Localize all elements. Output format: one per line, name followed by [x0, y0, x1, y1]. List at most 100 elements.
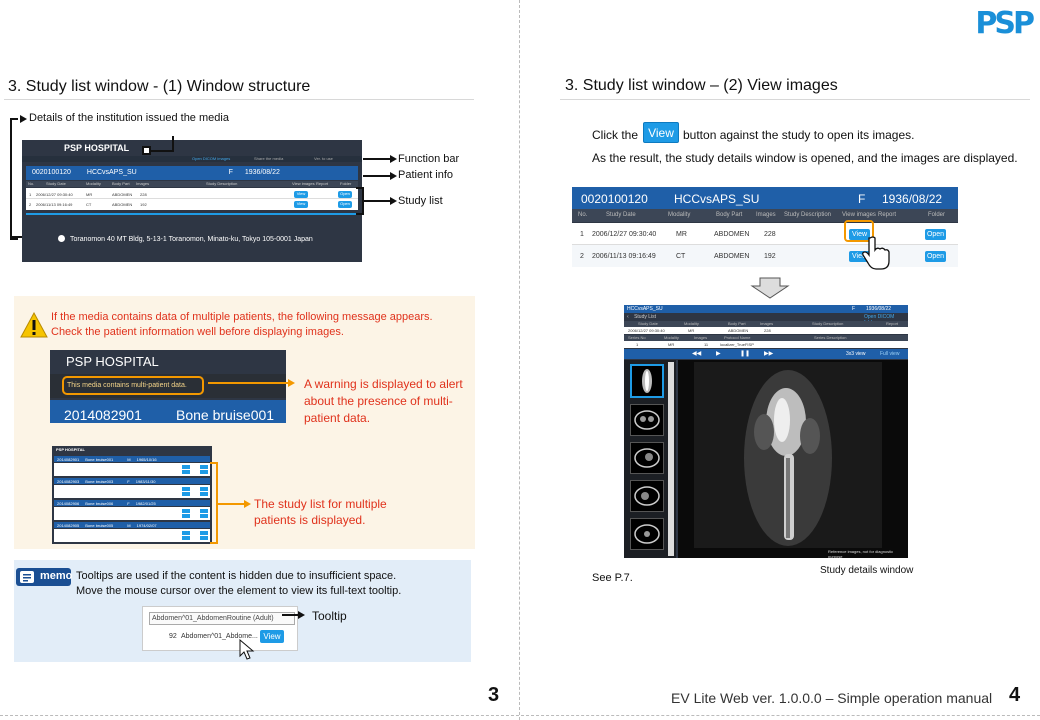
mini-open-button[interactable]: [200, 487, 208, 491]
mini-view-button[interactable]: [182, 514, 190, 518]
thumbnail-scrollbar[interactable]: [668, 362, 674, 556]
warning-line1: If the media contains data of multiple p…: [51, 311, 433, 323]
header-no: No.: [578, 212, 588, 218]
back-icon[interactable]: ‹: [627, 314, 629, 320]
view-mode[interactable]: 3x3 view: [846, 351, 865, 357]
details-series-row[interactable]: 1 MR 11 localizer_TrueFISP: [624, 341, 908, 348]
cell-images: 11: [704, 342, 709, 347]
study-table-header: No. Study Date Modality Body Part Images…: [26, 181, 358, 187]
thumbnail[interactable]: [630, 480, 664, 512]
rewind-icon[interactable]: ◀◀: [692, 350, 701, 357]
back-to-study-list[interactable]: Study List: [634, 314, 656, 320]
forward-icon[interactable]: ▶▶: [764, 350, 773, 357]
header-images: Images: [694, 335, 708, 340]
cell-no: 2: [580, 253, 584, 260]
open-button[interactable]: Open: [338, 191, 352, 198]
details-study-row[interactable]: 2006/12/27 09:30:40 MR ABDOMEN 228: [624, 327, 908, 334]
list-note-line1: The study list for multiple: [254, 497, 387, 511]
warning-note-line3: patient data.: [304, 411, 371, 425]
mini-patient-sex: F: [127, 479, 130, 484]
cell-images: 192: [764, 253, 776, 260]
open-button[interactable]: Open: [925, 229, 946, 240]
arrowhead: [390, 172, 397, 180]
mini-open-button[interactable]: [200, 509, 208, 513]
orange-arrow-line: [208, 382, 288, 384]
thumbnail-selected[interactable]: [630, 364, 664, 398]
mini-open-button[interactable]: [200, 492, 208, 496]
mini-view-button[interactable]: [182, 465, 190, 469]
header-images: Images: [756, 212, 776, 218]
mini-patient-id: 2014082906: [57, 501, 80, 506]
view-button[interactable]: View: [294, 191, 308, 198]
cell-modality: MR: [86, 192, 93, 197]
tab-ver[interactable]: Ver. to use: [314, 156, 333, 161]
cell-images: 228: [764, 328, 771, 333]
mini-view-button[interactable]: [182, 492, 190, 496]
function-bar: Open DICOM images Share the media Ver. t…: [22, 156, 362, 162]
thumbnail[interactable]: [630, 442, 664, 474]
header-modality: Modality: [664, 335, 679, 340]
table-row[interactable]: 1 2006/12/27 09:30:40 MR ABDOMEN 228 Vie…: [572, 223, 958, 245]
warning-hospital: PSP HOSPITAL: [66, 354, 159, 369]
arrow: [363, 175, 391, 177]
mini-patient-group: 2014082901 Bone bruise001 M 1965/10/16: [54, 456, 210, 477]
header-bodypart: Body Part: [716, 212, 743, 218]
study-table-body: 1 2006/12/27 09:30:40 MR ABDOMEN 228 Vie…: [26, 188, 358, 210]
study-list-window-right: 0020100120 HCCvsAPS_SU F 1936/08/22 No. …: [572, 187, 958, 267]
header-date: Study Date: [606, 212, 636, 218]
pause-icon[interactable]: ❚❚: [740, 350, 750, 357]
details-patient-name: HCCvsAPS_SU: [627, 306, 663, 312]
mini-open-button[interactable]: [200, 531, 208, 535]
table-row[interactable]: 2 2006/11/13 09:16:49 CT ABDOMEN 192 Vie…: [26, 200, 358, 209]
mini-view-button[interactable]: [182, 509, 190, 513]
thumbnail-panel: [624, 360, 676, 558]
full-view[interactable]: Full view: [880, 351, 899, 357]
open-button[interactable]: Open: [925, 251, 946, 262]
cell-protocol: localizer_TrueFISP: [720, 342, 754, 347]
details-nav-bar: ‹ Study List Open DICOM folder: [624, 313, 908, 326]
open-button[interactable]: Open: [338, 201, 352, 208]
patient-dob: 1936/08/22: [244, 169, 280, 176]
patient-sex: F: [858, 192, 866, 206]
cell-modality: MR: [688, 328, 695, 333]
patient-id: 0020100120: [32, 169, 71, 176]
image-viewport[interactable]: Reference images, not for diagnostic pur…: [678, 360, 908, 558]
mini-open-button[interactable]: [200, 514, 208, 518]
table-row[interactable]: 1 2006/12/27 09:30:40 MR ABDOMEN 228 Vie…: [26, 190, 358, 199]
warning-icon: [20, 312, 48, 338]
table-bottom-line: [26, 213, 358, 215]
mini-view-button[interactable]: [182, 470, 190, 474]
mini-hospital: PSP HOSPITAL: [56, 447, 85, 452]
thumbnail[interactable]: [630, 404, 664, 436]
header-series-desc: Series Description: [814, 335, 847, 340]
view-button[interactable]: View: [294, 201, 308, 208]
mini-view-button[interactable]: [182, 487, 190, 491]
tooltip-example: Abdomen^01_AbdomenRoutine (Adult) 92 Abd…: [142, 606, 298, 660]
orange-arrow-line: [218, 503, 244, 505]
mini-open-button[interactable]: [200, 465, 208, 469]
tab-share[interactable]: Share the media: [254, 156, 283, 161]
mini-view-button[interactable]: [182, 536, 190, 540]
header-protocol: Protocol Name: [724, 335, 751, 340]
mini-view-button[interactable]: [182, 531, 190, 535]
patient-sex: F: [228, 169, 233, 176]
mini-study-rows: [54, 485, 210, 498]
tab-open-dicom[interactable]: Open DICOM images: [192, 156, 230, 161]
play-icon[interactable]: ▶: [716, 350, 721, 357]
mini-patient-sex: M: [127, 523, 131, 528]
arrowhead: [390, 197, 397, 205]
mini-open-button[interactable]: [200, 536, 208, 540]
header-images: Images: [760, 321, 774, 326]
header-desc: Study Description: [784, 212, 832, 218]
table-row[interactable]: 2 2006/11/13 09:16:49 CT ABDOMEN 192 Vie…: [572, 245, 958, 267]
mini-open-button[interactable]: [200, 470, 208, 474]
cell-no: 2: [29, 202, 32, 207]
cell-bodypart: ABDOMEN: [112, 192, 133, 197]
right-section-title: 3. Study list window – (2) View images: [565, 77, 838, 94]
tooltip-view-button[interactable]: View: [260, 630, 284, 643]
mini-patient-name: Bone bruise005: [85, 523, 114, 528]
disclaimer: Reference images, not for diagnostic pur…: [828, 549, 894, 558]
thumbnail[interactable]: [630, 518, 664, 550]
mini-study-rows: [54, 507, 210, 520]
tooltip-arrow-line: [282, 614, 298, 616]
